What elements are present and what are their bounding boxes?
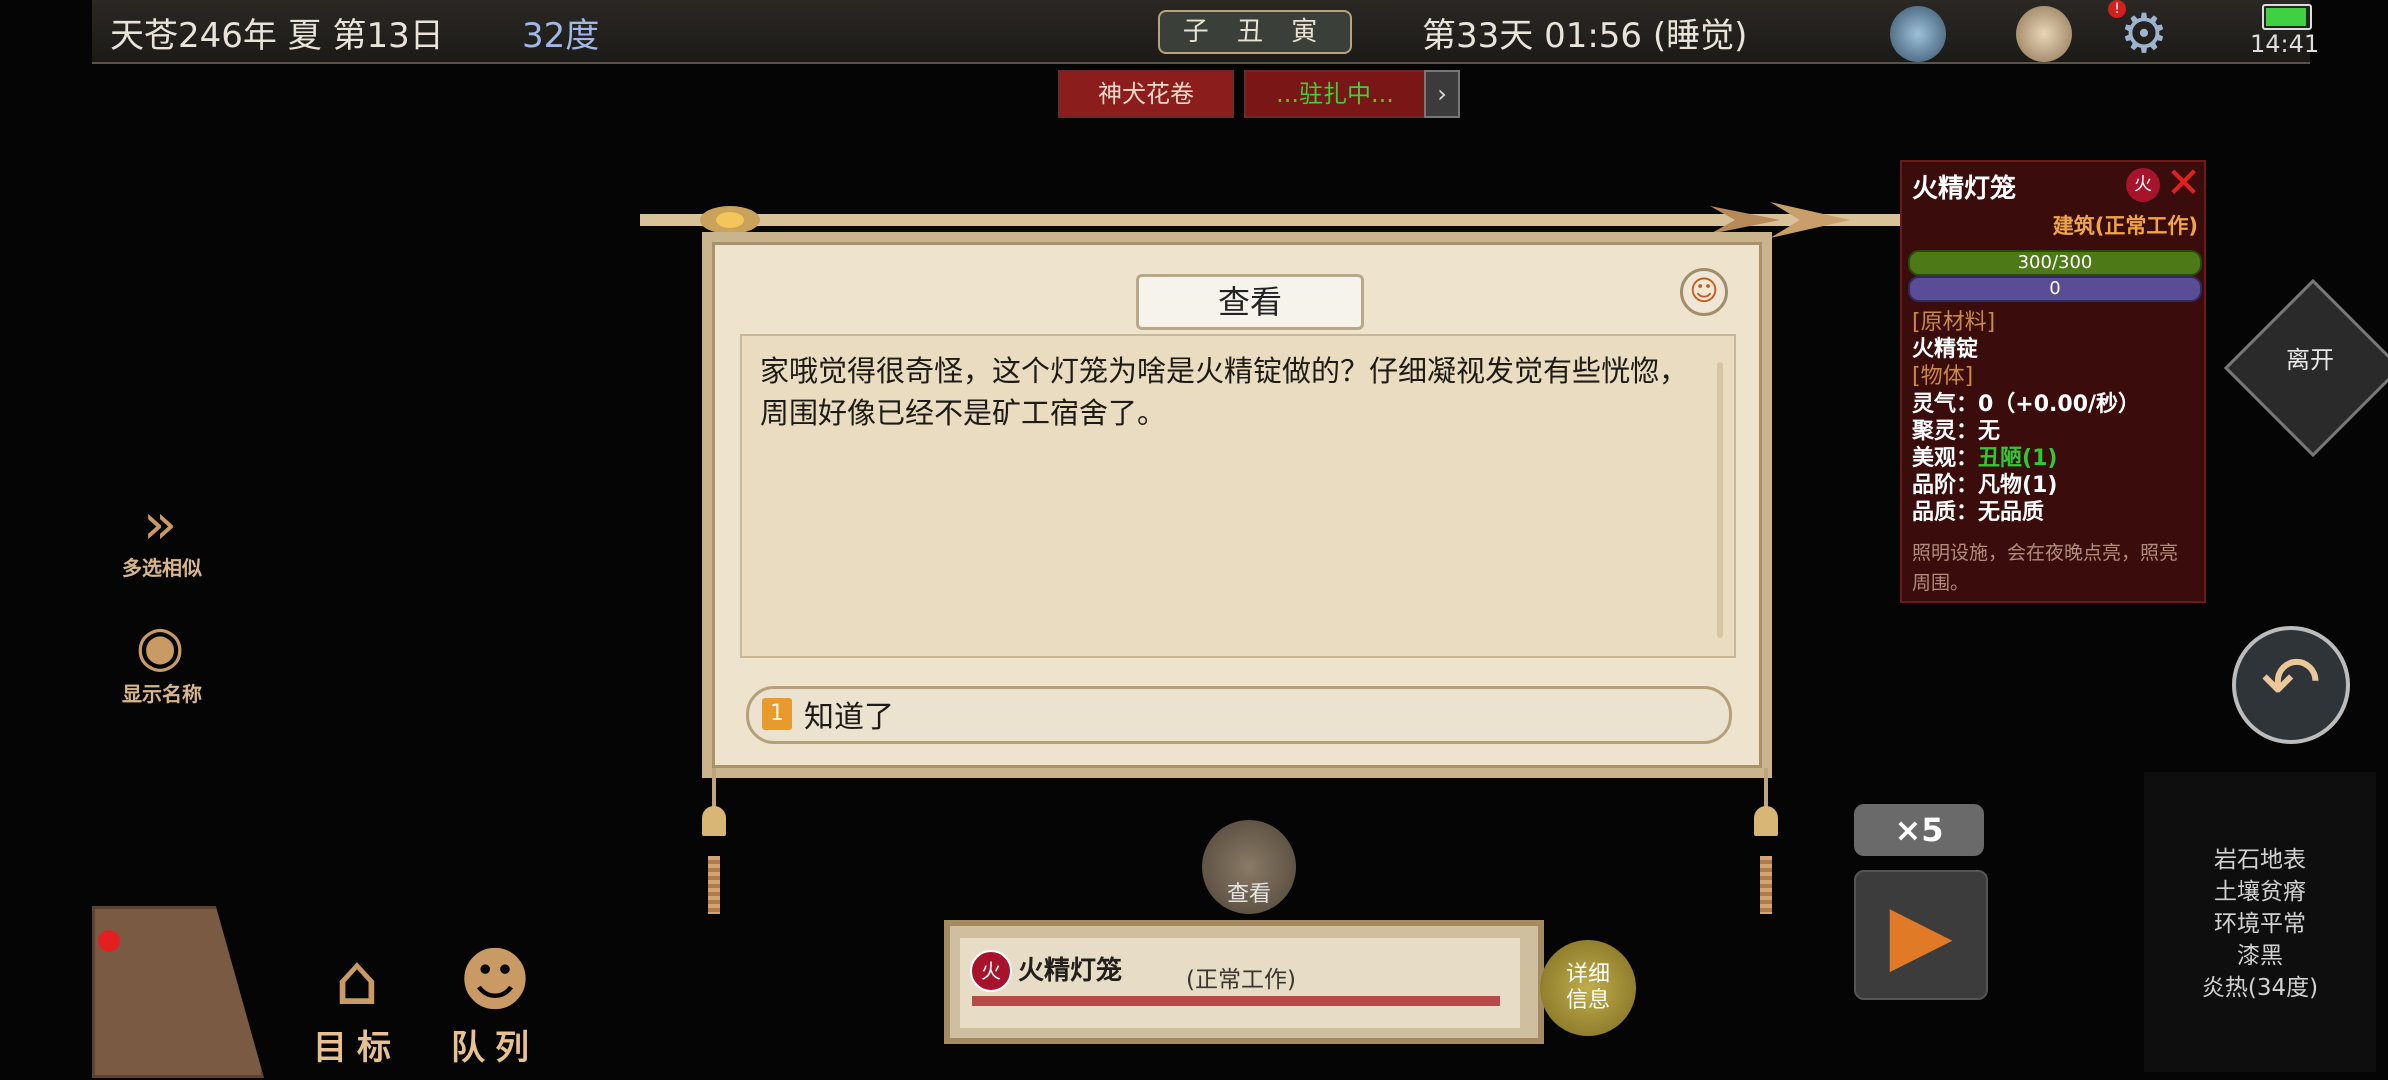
building-status: (正常工作) xyxy=(1186,967,1296,993)
tassel xyxy=(1760,856,1772,914)
temperature: 32度 xyxy=(522,16,600,56)
terrain-line: 环境平常 xyxy=(2214,911,2306,937)
reply-number: 1 xyxy=(762,698,792,730)
game-clock: 第33天 01:56 (睡觉) xyxy=(1422,16,1748,56)
palette-icon[interactable] xyxy=(2016,6,2072,62)
system-time: 14:41 xyxy=(2250,30,2320,58)
bell-string xyxy=(1764,768,1768,808)
secondary-bar: 0 xyxy=(1908,276,2202,302)
pinzhi-stat: 品质：无品质 xyxy=(1912,500,2045,525)
game-date: 天苍246年 夏 第13日 xyxy=(110,16,444,56)
bell-icon xyxy=(702,806,726,836)
look-button[interactable]: 查看 xyxy=(1202,820,1296,914)
target-label: 目标 xyxy=(313,1028,401,1068)
notification-dot xyxy=(98,930,120,952)
vision-icon[interactable] xyxy=(1890,6,1946,62)
bell-icon xyxy=(1754,806,1778,836)
speed-multiplier[interactable]: ×5 xyxy=(1854,804,1984,856)
detail-label: 信息 xyxy=(1565,988,1610,1013)
house-icon: ⌂ xyxy=(334,939,380,1021)
battery-icon xyxy=(2262,4,2312,30)
detail-info-button[interactable]: 详细 信息 xyxy=(1540,940,1636,1036)
detail-label: 详细 xyxy=(1565,962,1610,987)
info-status: 建筑(正常工作) xyxy=(2052,214,2198,238)
people-icon: ☻ xyxy=(458,939,532,1021)
terrain-line: 土壤贫瘠 xyxy=(2214,879,2306,905)
info-title: 火精灯笼 xyxy=(1912,174,2017,204)
queue-button[interactable]: ☻ 队列 xyxy=(440,940,550,1069)
tab-stationed[interactable]: ...驻扎中... xyxy=(1244,70,1426,118)
battery-level xyxy=(2266,8,2306,26)
look-label: 查看 xyxy=(1226,882,1271,907)
chevron-right-icon[interactable]: › xyxy=(1424,70,1460,118)
gourd-inventory-button[interactable] xyxy=(92,906,264,1078)
tab-shenquan-scroll[interactable]: 神犬花卷 xyxy=(1058,70,1234,118)
terrain-line: 漆黑 xyxy=(2237,943,2283,969)
gear-icon[interactable]: ⚙ xyxy=(2116,6,2172,62)
dialog-title: 查看 xyxy=(1136,274,1364,330)
reply-text[interactable]: 知道了 xyxy=(804,692,894,736)
play-icon[interactable]: ▶ xyxy=(1854,870,1988,1000)
undo-icon[interactable]: ↶ xyxy=(2232,626,2350,744)
target-button[interactable]: ⌂ 目标 xyxy=(302,940,412,1069)
terrain-line: 岩石地表 xyxy=(2214,847,2306,873)
tassel xyxy=(708,856,720,914)
durability-bar: 300/300 xyxy=(1908,250,2202,276)
shichen-indicator: 子 丑 寅 xyxy=(1158,10,1352,54)
bell-string xyxy=(712,768,716,808)
info-description: 照明设施，会在夜晚点亮，照亮周围。 xyxy=(1912,542,2179,594)
close-icon[interactable]: ✕ xyxy=(2166,158,2201,207)
avatar-icon[interactable]: ☺ xyxy=(1680,268,1728,316)
fire-element-badge: 火 xyxy=(970,950,1012,992)
multi-select-icon[interactable]: » xyxy=(116,488,204,562)
eye-icon[interactable]: ◉ xyxy=(116,610,204,684)
message-scrollbar[interactable] xyxy=(1717,362,1723,638)
multi-select-label[interactable]: 多选相似 xyxy=(92,552,232,581)
queue-label: 队列 xyxy=(451,1028,539,1068)
leave-label[interactable]: 离开 xyxy=(2268,340,2352,375)
building-name: 火精灯笼 xyxy=(1018,956,1123,986)
building-health-bar xyxy=(972,996,1500,1006)
fire-element-badge: 火 xyxy=(2126,168,2160,202)
terrain-line: 炎热(34度) xyxy=(2201,975,2319,1001)
show-names-label[interactable]: 显示名称 xyxy=(92,678,232,707)
message-text: 家哦觉得很奇怪，这个灯笼为啥是火精锭做的？仔细凝视发觉有些恍惚，周围好像已经不是… xyxy=(760,354,1689,430)
